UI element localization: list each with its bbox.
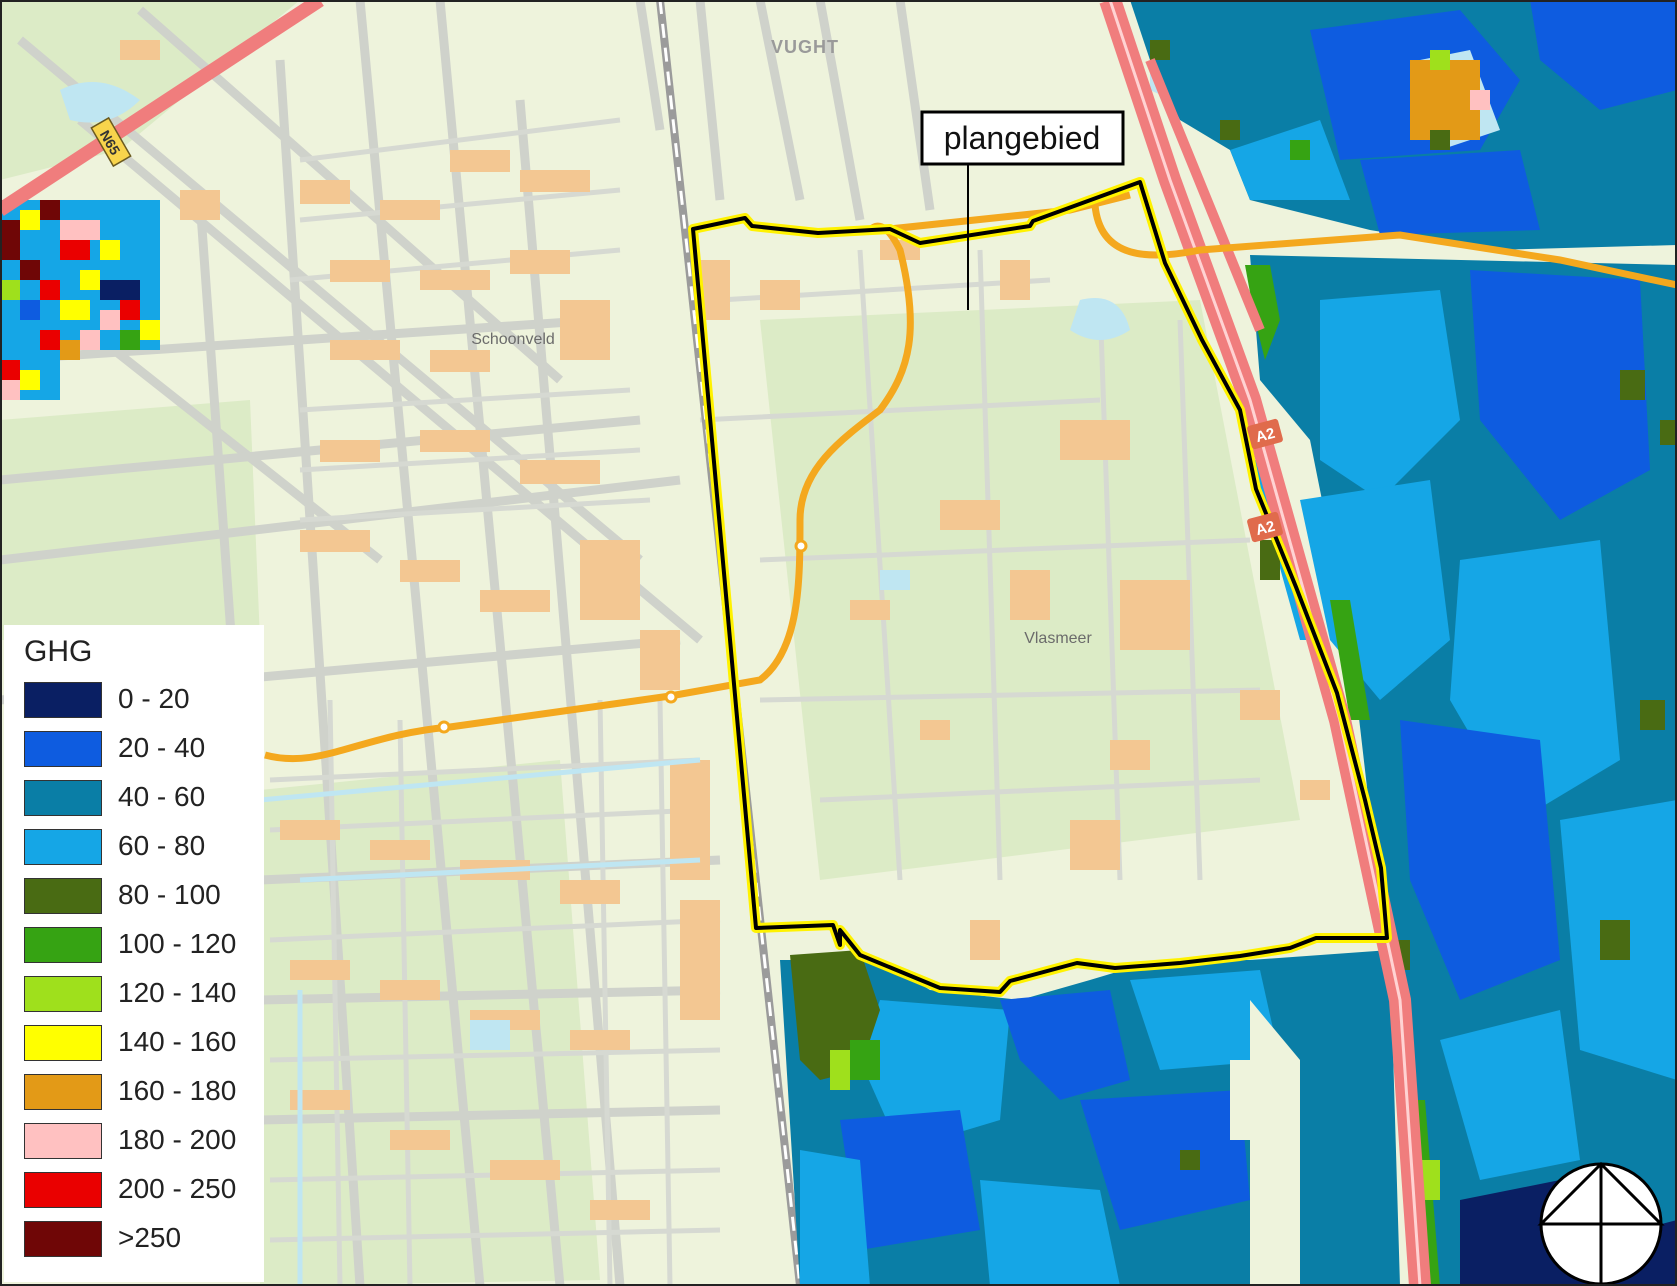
legend-swatch <box>24 780 102 816</box>
legend-item: 200 - 250 <box>24 1172 254 1210</box>
legend-label: 0 - 20 <box>118 683 190 714</box>
legend-swatch <box>24 878 102 914</box>
plangebied-label: plangebied <box>944 120 1101 156</box>
legend-item: 0 - 20 <box>24 682 254 720</box>
legend-swatch <box>24 1025 102 1061</box>
legend-label: 80 - 100 <box>118 879 221 910</box>
legend-swatch <box>24 976 102 1012</box>
legend-label: >250 <box>118 1222 182 1253</box>
legend-swatch <box>24 1172 102 1208</box>
legend-swatch <box>24 1221 102 1257</box>
legend-item: 160 - 180 <box>24 1074 254 1112</box>
legend-label: 180 - 200 <box>118 1124 237 1155</box>
legend-swatch <box>24 829 102 865</box>
legend-label: 40 - 60 <box>118 781 206 812</box>
place-label-schoonveld: Schoonveld <box>471 331 555 348</box>
legend-label: 100 - 120 <box>118 928 237 959</box>
legend-swatch <box>24 682 102 718</box>
legend-swatch <box>24 731 102 767</box>
legend-item: 100 - 120 <box>24 927 254 965</box>
legend-label: 120 - 140 <box>118 977 237 1008</box>
legend-item: 40 - 60 <box>24 780 254 818</box>
legend-swatch <box>24 927 102 963</box>
legend-item: 180 - 200 <box>24 1123 254 1161</box>
legend-item: 80 - 100 <box>24 878 254 916</box>
legend-item: 140 - 160 <box>24 1025 254 1063</box>
place-label-vught: VUGHT <box>771 37 839 57</box>
legend-item: >250 <box>24 1221 254 1259</box>
legend-title: GHG <box>24 635 93 668</box>
legend-label: 60 - 80 <box>118 830 206 861</box>
legend-item: 120 - 140 <box>24 976 254 1014</box>
legend-swatch <box>24 1074 102 1110</box>
legend-label: 200 - 250 <box>118 1173 237 1204</box>
legend-item: 20 - 40 <box>24 731 254 769</box>
legend-label: 160 - 180 <box>118 1075 237 1106</box>
legend-label: 20 - 40 <box>118 732 206 763</box>
place-label-vlasmeer: Vlasmeer <box>1024 630 1092 647</box>
legend: GHG 0 - 20 20 - 40 40 - 60 60 - 80 80 - 100 1… <box>4 625 264 1282</box>
legend-swatch <box>24 1123 102 1159</box>
legend-item: 60 - 80 <box>24 829 254 867</box>
legend-label: 140 - 160 <box>118 1026 237 1057</box>
north-arrow-icon <box>1537 1161 1665 1286</box>
